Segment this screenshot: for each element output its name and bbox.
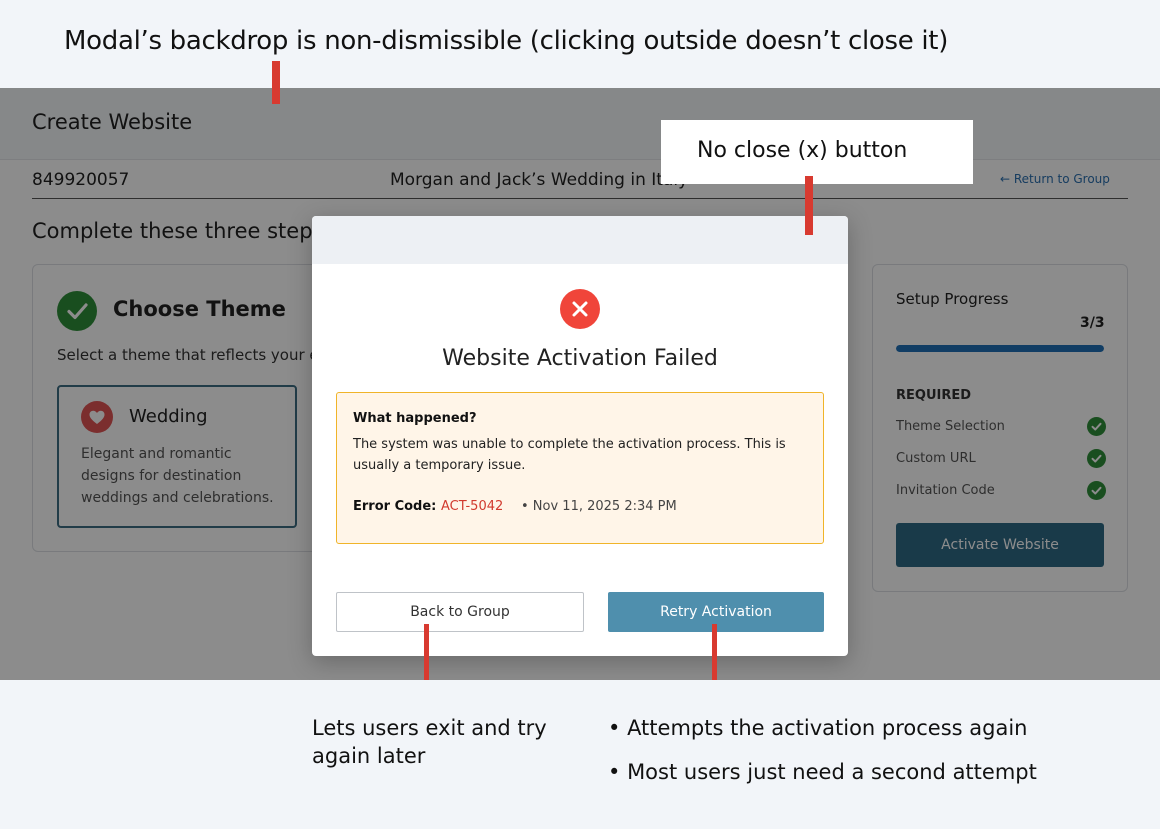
modal-header: [312, 216, 848, 264]
error-code: ACT-5042: [441, 499, 504, 514]
annotation-marker: [805, 176, 813, 235]
annotation-back-note: Lets users exit and try again later: [312, 716, 547, 768]
annotation-retry-note: Most users just need a second attempt: [608, 758, 1148, 802]
back-to-group-button[interactable]: Back to Group: [336, 592, 584, 632]
error-timestamp: • Nov 11, 2025 2:34 PM: [521, 499, 677, 514]
annotation-retry-note: Attempts the activation process again: [608, 714, 1148, 758]
activation-failed-modal: Website Activation Failed What happened?…: [312, 216, 848, 656]
annotation-band-top: Modal’s backdrop is non-dismissible (cli…: [0, 0, 1160, 88]
annotation-close-note: No close (x) button: [697, 138, 908, 163]
error-info-text: The system was unable to complete the ac…: [353, 437, 786, 473]
error-info-box: What happened? The system was unable to …: [336, 392, 824, 544]
annotation-backdrop-note: Modal’s backdrop is non-dismissible (cli…: [64, 26, 949, 56]
modal-title: Website Activation Failed: [442, 346, 718, 371]
annotation-retry-notes: Attempts the activation process again Mo…: [608, 714, 1148, 802]
annotation-marker: [272, 61, 280, 104]
error-x-icon: [560, 289, 600, 329]
annotation-callout-close: No close (x) button: [661, 120, 973, 184]
error-info-heading: What happened?: [353, 411, 477, 426]
error-code-label: Error Code:: [353, 499, 437, 514]
